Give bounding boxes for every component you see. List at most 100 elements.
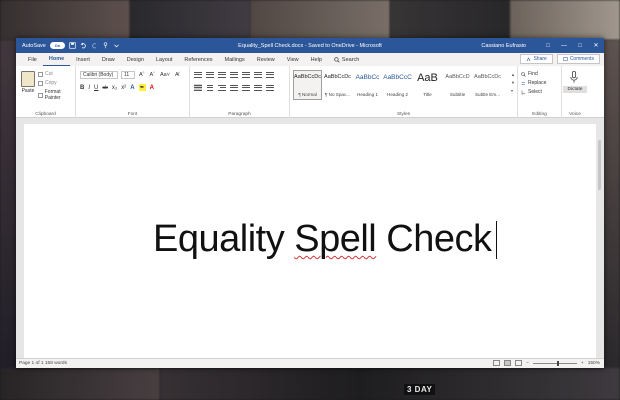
share-button[interactable]: Share [520,54,553,64]
microphone-icon[interactable] [570,70,578,84]
highlight-color-icon[interactable]: ✒ [138,84,146,91]
align-center-icon[interactable] [206,84,214,91]
style-name: Heading 1 [357,92,378,97]
text-effects-icon[interactable]: A [130,85,134,91]
zoom-slider[interactable] [532,360,577,366]
select-button[interactable]: Select [521,89,546,95]
strikethrough-icon[interactable]: ab [102,85,108,91]
tab-design[interactable]: Design [121,53,150,66]
borders-icon[interactable] [266,84,274,91]
redo-icon[interactable] [91,42,98,49]
comments-button[interactable]: Comments [556,54,600,64]
read-mode-icon[interactable] [493,360,501,366]
grow-font-icon[interactable]: Aˆ [138,72,146,78]
window-controls: □ — □ ✕ [540,38,604,53]
font-color-icon[interactable]: A [150,85,154,91]
tab-layout[interactable]: Layout [150,53,179,66]
style-sample: AaBbCcDc [324,74,351,80]
tab-help[interactable]: Help [305,53,328,66]
cut-label: Cut [45,71,53,77]
chevron-down-icon[interactable]: ▼ [511,80,515,85]
comments-label: Comments [569,56,594,62]
subscript-icon[interactable]: x₂ [112,85,117,91]
font-name-select[interactable]: Calibri (Body) [80,71,118,79]
web-layout-icon[interactable] [515,360,523,366]
vertical-scrollbar-thumb[interactable] [598,140,601,190]
autosave-label: AutoSave [22,42,46,49]
find-button[interactable]: Find [521,71,546,77]
font-size-select[interactable]: 11 [121,71,135,79]
tab-file[interactable]: File [22,53,43,66]
underline-icon[interactable]: U [94,85,98,91]
multilevel-list-icon[interactable] [218,71,226,78]
justify-icon[interactable] [230,84,238,91]
style-subtle-emphasis[interactable]: AaBbCcDc Subtle Em... [473,70,502,100]
change-case-icon[interactable]: Aa˅ [159,72,171,78]
zoom-in-icon[interactable]: + [581,361,584,366]
tab-view[interactable]: View [281,53,305,66]
misspelled-word[interactable]: Spell [294,218,377,260]
editing-group: Find Replace Select Editing [518,66,562,118]
sort-icon[interactable] [254,71,262,78]
style-no-spacing[interactable]: AaBbCcDc ¶ No Spac... [323,70,352,100]
minimize-icon[interactable]: — [556,38,572,53]
customize-quick-access-icon[interactable] [113,42,120,49]
touch-mode-icon[interactable] [102,42,109,49]
paste-button[interactable]: Paste [20,71,36,94]
tab-insert[interactable]: Insert [70,53,96,66]
styles-group-label: Styles [396,112,411,117]
close-icon[interactable]: ✕ [588,38,604,53]
zoom-slider-thumb[interactable] [556,360,559,366]
replace-button[interactable]: Replace [521,80,546,86]
chevron-up-icon[interactable]: ▲ [511,72,515,77]
heading-text-before: Equality [153,218,295,260]
shading-icon[interactable] [254,84,262,91]
style-sample: AaBbCc [355,74,380,81]
style-name: ¶ No Spac... [324,92,351,97]
comment-icon [563,56,568,61]
style-heading-2[interactable]: AaBbCcC Heading 2 [383,70,412,100]
format-painter-button[interactable]: Format Painter [38,89,75,101]
style-normal[interactable]: AaBbCcDc ¶ Normal [293,70,322,100]
tab-review[interactable]: Review [251,53,281,66]
superscript-icon[interactable]: x² [121,85,126,91]
increase-indent-icon[interactable] [242,71,250,78]
tab-draw[interactable]: Draw [96,53,121,66]
decrease-indent-icon[interactable] [230,71,238,78]
italic-icon[interactable]: I [88,85,90,91]
document-page[interactable]: Equality Spell Check [24,124,596,358]
style-title[interactable]: AaB Title [413,70,442,100]
more-styles-icon[interactable]: ▾ [511,88,515,93]
ribbon-display-options-icon[interactable]: □ [540,38,556,53]
style-subtitle[interactable]: AaBbCcD Subtitle [443,70,472,100]
bullets-icon[interactable] [194,71,202,78]
bold-icon[interactable]: B [80,85,84,91]
zoom-level[interactable]: 150% [588,361,600,366]
style-heading-1[interactable]: AaBbCc Heading 1 [353,70,382,100]
copy-icon [38,80,43,86]
undo-icon[interactable] [80,42,87,49]
zoom-out-icon[interactable]: − [526,361,529,366]
paragraph-group: Paragraph [190,66,290,118]
tab-home[interactable]: Home [42,53,71,66]
align-left-icon[interactable] [194,84,202,91]
shrink-font-icon[interactable]: Aˇ [149,72,157,78]
document-heading[interactable]: Equality Spell Check [153,218,498,261]
copy-button[interactable]: Copy [38,80,75,86]
numbering-icon[interactable] [206,71,214,78]
page-word-count[interactable]: Page 1 of 1 158 words [19,361,67,366]
autosave-toggle[interactable]: On [49,42,65,49]
save-icon[interactable] [69,42,76,49]
user-name[interactable]: Cassiano Eufrasio [481,43,526,49]
tab-mailings[interactable]: Mailings [219,53,251,66]
dictate-button[interactable]: Dictate [563,86,587,93]
line-spacing-icon[interactable] [242,84,250,91]
show-marks-icon[interactable] [266,71,274,78]
cut-button[interactable]: Cut [38,71,75,77]
tab-references[interactable]: References [178,53,218,66]
align-right-icon[interactable] [218,84,226,91]
clear-formatting-icon[interactable]: A̸ [174,72,180,78]
maximize-icon[interactable]: □ [572,38,588,53]
print-layout-icon[interactable] [504,360,512,366]
tell-me-search[interactable]: Search [328,57,365,63]
